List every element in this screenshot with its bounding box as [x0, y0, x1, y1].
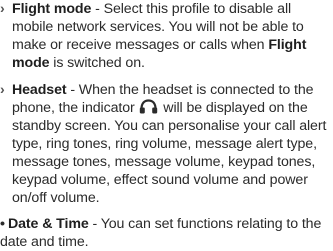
headset-icon [139, 99, 158, 114]
bullet-marker: • [0, 216, 5, 232]
date-time-item: • Date & Time - You can set functions rel… [0, 215, 330, 251]
date-time-term: Date & Time [8, 216, 89, 232]
submenu-marker: › [0, 1, 5, 17]
headset-item: › Headset - When the headset is connected… [0, 81, 328, 207]
manual-page: › Flight mode - Select this profile to di… [0, 0, 333, 250]
flight-mode-term: Flight mode [12, 1, 92, 17]
headset-term: Headset [12, 82, 67, 98]
submenu-marker: › [0, 82, 5, 98]
flight-mode-description-end: is switched on. [49, 55, 145, 71]
flight-mode-item: › Flight mode - Select this profile to di… [0, 0, 328, 72]
